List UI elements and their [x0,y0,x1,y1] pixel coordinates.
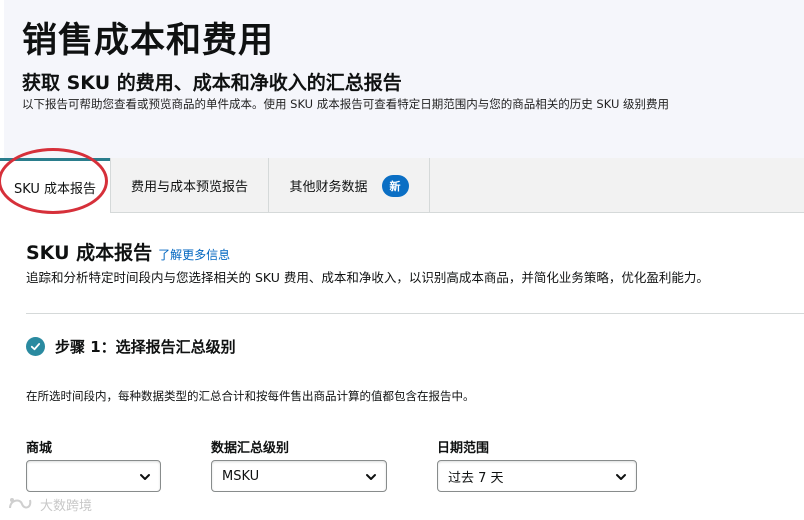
header-edge [0,0,4,160]
watermark: 大数跨境 [6,494,92,514]
learn-more-link[interactable]: 了解更多信息 [158,248,230,262]
new-badge: 新 [381,174,409,197]
tab-other-financial-data[interactable]: 其他财务数据 新 [268,158,430,213]
report-tabs: SKU 成本报告 费用与成本预览报告 其他财务数据 新 [0,158,804,214]
section-description: 追踪和分析特定时间段内与您选择相关的 SKU 费用、成本和净收入，以识别高成本商… [26,270,709,285]
section-divider [26,313,804,314]
aggregation-select[interactable]: MSKU [211,460,387,492]
step1-header: 步骤 1：选择报告汇总级别 [26,336,236,357]
page-description: 以下报告可帮助您查看或预览商品的单件成本。使用 SKU 成本报告可查看特定日期范… [22,97,670,111]
marketplace-select[interactable] [26,460,161,492]
page-subtitle: 获取 SKU 的费用、成本和净收入的汇总报告 [22,72,402,94]
page-header: 销售成本和费用 获取 SKU 的费用、成本和净收入的汇总报告 以下报告可帮助您查… [0,0,804,160]
chevron-down-icon [366,474,376,480]
aggregation-value: MSKU [222,468,260,484]
check-circle-icon [26,337,45,356]
date-range-select[interactable]: 过去 7 天 [437,460,637,492]
section-title-text: SKU 成本报告 [26,242,153,264]
section-title: SKU 成本报告 了解更多信息 [26,238,230,265]
watermark-logo-icon [9,498,32,509]
marketplace-label: 商城 [26,441,53,456]
tab-fee-cost-preview-report[interactable]: 费用与成本预览报告 [110,158,268,213]
chevron-down-icon [616,474,626,480]
aggregation-label: 数据汇总级别 [211,441,290,456]
chevron-down-icon [140,474,150,480]
tab-sku-cost-report[interactable]: SKU 成本报告 [0,158,110,214]
date-range-label: 日期范围 [437,441,490,456]
date-range-value: 过去 7 天 [448,470,504,486]
tab-label: 费用与成本预览报告 [130,180,248,195]
step1-description: 在所选时间段内，每种数据类型的汇总合计和按每件售出商品计算的值都包含在报告中。 [26,389,475,403]
watermark-text: 大数跨境 [40,498,93,514]
tab-label: SKU 成本报告 [13,182,97,197]
page-title: 销售成本和费用 [22,21,275,61]
step1-title: 步骤 1：选择报告汇总级别 [55,338,236,356]
tab-label: 其他财务数据 [289,180,368,195]
